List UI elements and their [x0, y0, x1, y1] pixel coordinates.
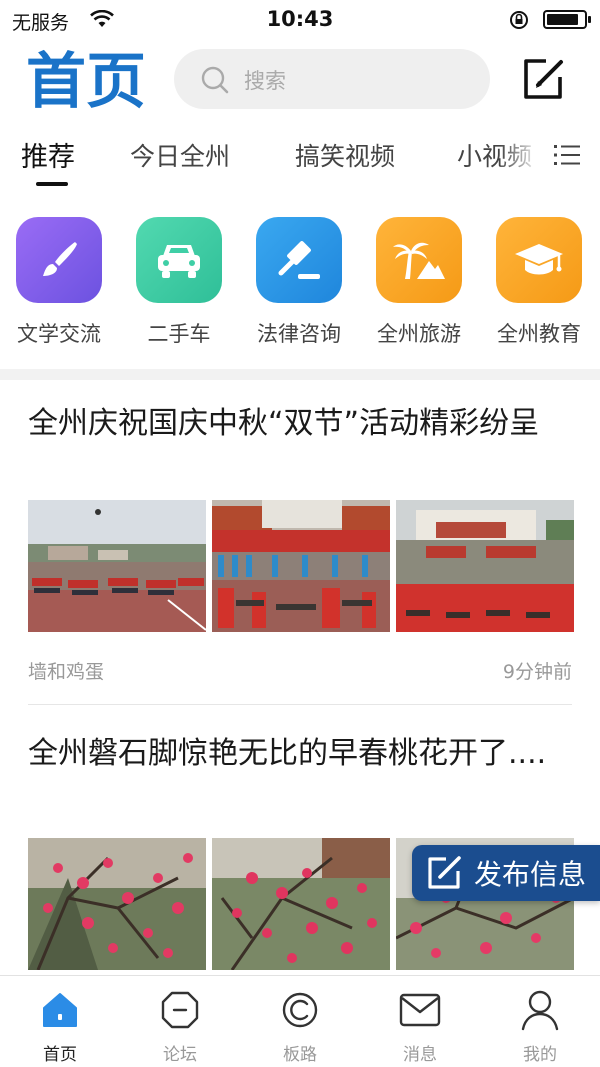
graduation-cap-icon — [515, 244, 563, 275]
category-icon-bg — [376, 217, 462, 303]
tab-fade — [500, 133, 550, 183]
category-icon-bg — [256, 217, 342, 303]
tab-recommend[interactable]: 推荐 — [21, 135, 75, 174]
article-image[interactable] — [212, 838, 390, 970]
article-image[interactable] — [28, 500, 206, 632]
category-label: 全州旅游 — [377, 322, 461, 346]
category-label: 二手车 — [147, 322, 211, 346]
article-time: 9分钟前 — [502, 661, 572, 683]
category-tabs: 推荐 今日全州 搞笑视频 小视频 — [0, 133, 600, 189]
nav-label: 首页 — [43, 1045, 77, 1065]
category-label: 文学交流 — [17, 322, 101, 346]
article-image[interactable] — [212, 500, 390, 632]
article-separator — [28, 704, 572, 705]
article-source[interactable]: 墙和鸡蛋 — [28, 661, 104, 683]
category-icon-bg — [496, 217, 582, 303]
battery-level — [547, 14, 578, 25]
nav-banlu[interactable]: 板路 — [240, 990, 360, 1065]
brush-icon — [43, 242, 77, 276]
article-meta: 墙和鸡蛋 9分钟前 — [28, 657, 572, 684]
logo-text: 首页 — [26, 47, 146, 112]
article-title[interactable]: 全州庆祝国庆中秋“双节”活动精彩纷呈 — [28, 400, 576, 448]
search-placeholder: 搜索 — [244, 69, 286, 93]
category-tourism[interactable]: 全州旅游 — [364, 217, 474, 348]
publish-label: 发布信息 — [474, 858, 587, 891]
category-education[interactable]: 全州教育 — [484, 217, 594, 348]
compose-icon[interactable] — [520, 55, 566, 103]
battery-icon — [543, 10, 591, 29]
category-used-cars[interactable]: 二手车 — [124, 217, 234, 348]
edit-icon — [428, 856, 461, 889]
nav-label: 消息 — [403, 1045, 437, 1065]
car-icon — [158, 245, 200, 278]
status-bar: 无服务 10:43 — [0, 0, 600, 40]
category-literature[interactable]: 文学交流 — [4, 217, 114, 348]
tab-today-quanzhou[interactable]: 今日全州 — [130, 137, 230, 173]
user-icon — [521, 990, 559, 1031]
active-tab-indicator — [36, 182, 68, 186]
article-title[interactable]: 全州磐石脚惊艳无比的早春桃花开了.... — [28, 730, 576, 778]
menu-icon[interactable] — [554, 143, 580, 167]
nav-forum[interactable]: 论坛 — [120, 990, 240, 1065]
category-label: 全州教育 — [497, 322, 581, 346]
gavel-icon — [278, 241, 320, 279]
category-legal[interactable]: 法律咨询 — [244, 217, 354, 348]
rotation-lock-icon — [510, 11, 528, 29]
mail-icon — [399, 993, 441, 1027]
nav-label: 板路 — [283, 1045, 317, 1065]
article-image[interactable] — [28, 838, 206, 970]
nav-messages[interactable]: 消息 — [360, 990, 480, 1065]
palm-tree-icon — [393, 242, 445, 279]
bottom-nav: 首页 论坛 板路 消息 我的 — [0, 975, 600, 1067]
article-images[interactable] — [28, 500, 574, 632]
category-icon-bg — [136, 217, 222, 303]
publish-button[interactable]: 发布信息 — [412, 845, 600, 901]
section-divider — [0, 369, 600, 380]
category-icon-bg — [16, 217, 102, 303]
logo-wordmark: 首页 — [26, 47, 146, 117]
category-label: 法律咨询 — [257, 322, 341, 346]
chat-bubble-icon — [282, 992, 318, 1028]
search-icon — [201, 66, 229, 94]
home-icon — [43, 993, 77, 1027]
nav-label: 论坛 — [163, 1045, 197, 1065]
forum-icon — [161, 991, 199, 1029]
nav-home[interactable]: 首页 — [0, 990, 120, 1065]
nav-profile[interactable]: 我的 — [480, 990, 600, 1065]
search-input[interactable]: 搜索 — [174, 49, 490, 109]
article-image[interactable] — [396, 500, 574, 632]
tab-funny-videos[interactable]: 搞笑视频 — [295, 137, 395, 173]
app-logo: 首页 — [26, 44, 150, 117]
nav-label: 我的 — [523, 1045, 557, 1065]
